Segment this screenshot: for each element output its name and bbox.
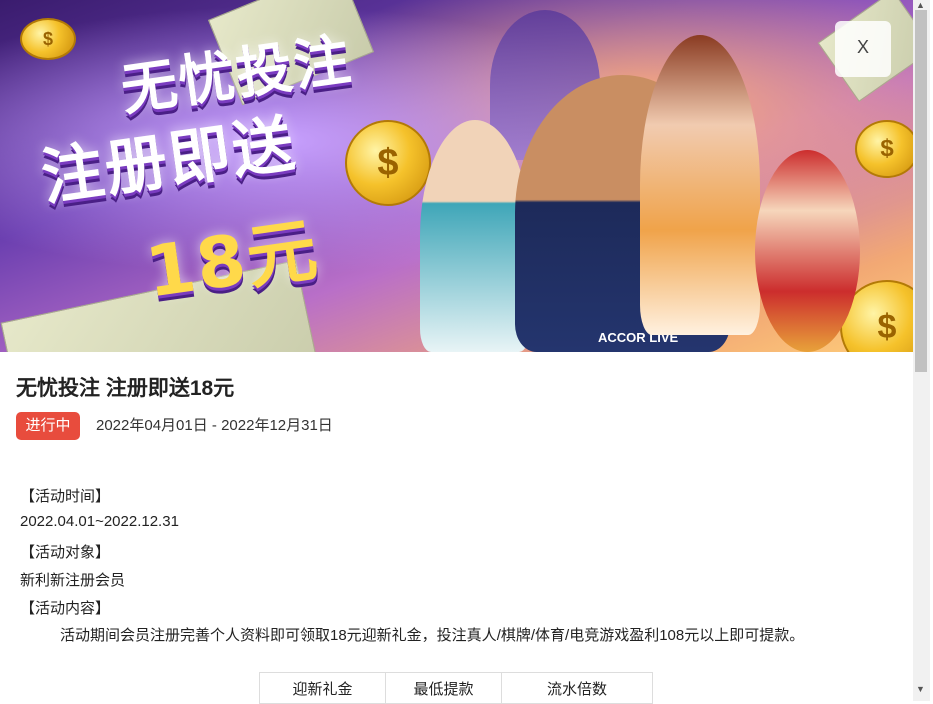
reward-table-header-min-withdraw: 最低提款 [385, 672, 502, 704]
boy-character-figure [755, 150, 860, 352]
scrollbar-thumb[interactable] [915, 10, 927, 372]
activity-time-heading: 【活动时间】 [20, 488, 111, 505]
promo-date-range: 2022年04月01日 - 2022年12月31日 [96, 417, 333, 434]
activity-content-value: 活动期间会员注册完善个人资料即可领取18元迎新礼金，投注真人/棋牌/体育/电竞游… [60, 627, 805, 644]
reward-table: 迎新礼金 最低提款 流水倍数 [259, 672, 653, 704]
scroll-up-arrow-icon[interactable]: ▲ [916, 0, 925, 10]
activity-target-heading: 【活动对象】 [20, 544, 111, 561]
gold-coin-decoration: $ [20, 18, 76, 60]
banner-slogan-line2: 注册即送 [36, 106, 301, 215]
woman-character-figure [640, 35, 760, 335]
activity-time-value: 2022.04.01~2022.12.31 [20, 513, 179, 530]
girl-character-figure [420, 120, 530, 352]
promo-banner: $ $ $ $ 无忧投注 注册即送 18元 ACCOR LIVE [0, 0, 913, 352]
activity-target-value: 新利新注册会员 [20, 572, 126, 589]
reward-table-header-turnover: 流水倍数 [501, 672, 653, 704]
reward-table-header-row: 迎新礼金 最低提款 流水倍数 [259, 672, 653, 704]
reward-table-header-bonus: 迎新礼金 [259, 672, 386, 704]
gold-coin-decoration: $ [345, 120, 431, 206]
activity-content-heading: 【活动内容】 [20, 600, 111, 617]
close-button[interactable]: X [835, 21, 891, 77]
gold-coin-decoration: $ [855, 120, 913, 178]
promo-title: 无忧投注 注册即送18元 [16, 377, 235, 400]
scroll-down-arrow-icon[interactable]: ▼ [916, 684, 925, 694]
status-badge: 进行中 [16, 412, 80, 440]
